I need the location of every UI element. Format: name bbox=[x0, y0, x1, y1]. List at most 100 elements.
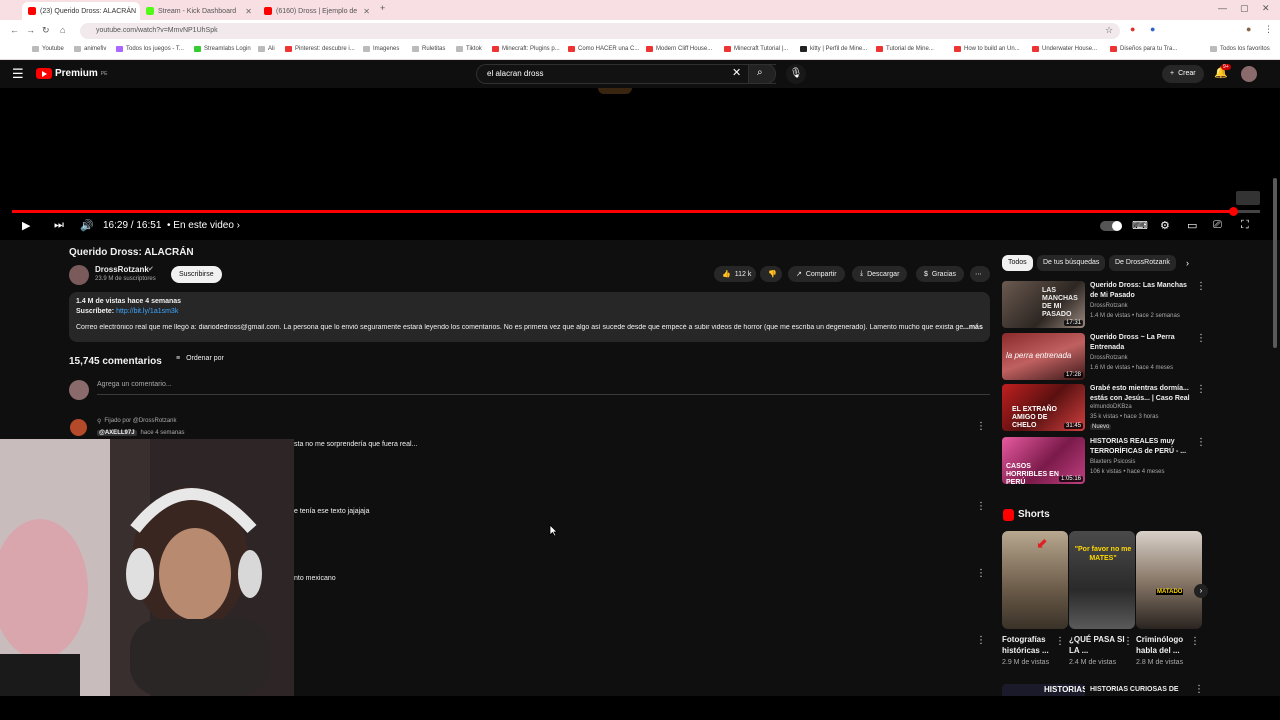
chevron-right-icon[interactable]: › bbox=[1186, 258, 1189, 268]
short-thumbnail[interactable]: MATADO bbox=[1136, 531, 1202, 629]
next-icon[interactable]: ⏭ bbox=[54, 219, 64, 232]
minimize-icon[interactable]: — bbox=[1218, 3, 1227, 13]
cast-icon[interactable]: ⎚ bbox=[1213, 219, 1222, 232]
maximize-icon[interactable]: ▢ bbox=[1240, 3, 1249, 14]
chip-all[interactable]: Todos bbox=[1002, 255, 1033, 271]
description-box[interactable]: 1.4 M de vistas hace 4 semanas Suscríbet… bbox=[69, 292, 990, 342]
comment-author[interactable]: @AXELL97J bbox=[97, 430, 137, 436]
bookmark-item[interactable]: Tutorial de Mine... bbox=[876, 46, 934, 52]
comment-menu-icon[interactable]: ⋮ bbox=[976, 568, 986, 579]
extension-icon[interactable]: ● bbox=[1130, 24, 1135, 34]
more-actions-button[interactable]: ⋯ bbox=[970, 266, 990, 282]
short-title[interactable]: Criminólogo habla del ... bbox=[1136, 634, 1196, 656]
tab-youtube[interactable]: (23) Querido Dross: ALACRÁN ✕ bbox=[22, 2, 140, 20]
like-button[interactable]: 👍 112 k bbox=[714, 266, 756, 282]
recommendation-item[interactable]: LAS MANCHAS DE MI PASADO 17:31 Querido D… bbox=[1002, 281, 1206, 329]
clear-search-icon[interactable]: ✕ bbox=[732, 66, 741, 79]
forward-icon[interactable]: → bbox=[26, 25, 35, 35]
more-vertical-icon[interactable]: ⋮ bbox=[1196, 437, 1206, 448]
extension-icon[interactable]: ● bbox=[1150, 24, 1155, 34]
commenter-avatar[interactable] bbox=[70, 419, 87, 436]
chapter-label[interactable]: • En este video › bbox=[167, 220, 240, 231]
chip-from-searches[interactable]: De tus búsquedas bbox=[1037, 255, 1106, 271]
short-title[interactable]: Fotografías históricas ... bbox=[1002, 634, 1062, 656]
bookmark-item[interactable]: Todos los juegos - T... bbox=[116, 46, 184, 52]
more-vertical-icon[interactable]: ⋮ bbox=[1196, 333, 1206, 344]
bookmark-item[interactable]: Ali bbox=[258, 46, 275, 52]
video-thumbnail[interactable]: HISTORIAS bbox=[1002, 684, 1085, 696]
dislike-button[interactable]: 👎 bbox=[760, 266, 782, 282]
close-icon[interactable]: ✕ bbox=[363, 7, 370, 16]
play-icon[interactable]: ▶ bbox=[22, 219, 30, 232]
tab-dross[interactable]: (6160) Dross | Ejemplo de ✕ bbox=[258, 2, 376, 20]
page-scrollbar[interactable] bbox=[1273, 178, 1277, 348]
bookmark-item[interactable]: Imagenes bbox=[363, 46, 399, 52]
autoplay-toggle[interactable] bbox=[1100, 221, 1122, 231]
tab-kick[interactable]: Stream - Kick Dashboard ✕ bbox=[140, 2, 258, 20]
search-button[interactable]: ⌕ bbox=[748, 64, 776, 84]
bookmark-item[interactable]: Underwater House... bbox=[1032, 46, 1097, 52]
add-comment-input[interactable]: Agrega un comentario... bbox=[97, 381, 990, 395]
short-thumbnail[interactable]: "Por favor no me MATES" bbox=[1069, 531, 1135, 629]
more-vertical-icon[interactable]: ⋮ bbox=[1196, 281, 1206, 292]
sort-button[interactable]: ≡ Ordenar por bbox=[176, 355, 224, 362]
video-player[interactable] bbox=[0, 88, 1280, 240]
chevron-right-icon[interactable]: › bbox=[1194, 584, 1208, 598]
show-more-link[interactable]: ...más bbox=[963, 324, 983, 331]
youtube-logo[interactable]: Premium PE bbox=[36, 68, 107, 79]
volume-icon[interactable]: 🔊 bbox=[80, 219, 94, 232]
create-button[interactable]: + Crear bbox=[1162, 65, 1204, 83]
bookmark-item[interactable]: How to build an Un... bbox=[954, 46, 1020, 52]
url-field[interactable]: youtube.com/watch?v=MmvNP1UhSpk bbox=[80, 23, 1120, 39]
new-tab-icon[interactable]: + bbox=[380, 3, 385, 13]
more-vertical-icon[interactable]: ⋮ bbox=[1123, 636, 1133, 647]
download-button[interactable]: ⤓ Descargar bbox=[852, 266, 908, 282]
recommendation-item[interactable]: EL EXTRAÑO AMIGO DE CHELO 31:45 Grabé es… bbox=[1002, 384, 1206, 432]
home-icon[interactable]: ⌂ bbox=[60, 25, 65, 35]
more-vertical-icon[interactable]: ⋮ bbox=[1190, 636, 1200, 647]
bookmark-item[interactable]: Modern Cliff House... bbox=[646, 46, 712, 52]
thanks-button[interactable]: $ Gracias bbox=[916, 266, 965, 282]
description-link[interactable]: http://bit.ly/1a1sm3k bbox=[116, 308, 178, 315]
settings-gear-icon[interactable]: ⚙ bbox=[1160, 219, 1170, 232]
short-title[interactable]: ¿QUÉ PASA SI LA ... bbox=[1069, 634, 1129, 656]
fullscreen-icon[interactable]: ⛶ bbox=[1241, 219, 1249, 232]
bookmark-item[interactable]: Diseños para tu Tra... bbox=[1110, 46, 1177, 52]
reload-icon[interactable]: ↻ bbox=[42, 25, 50, 36]
comment-menu-icon[interactable]: ⋮ bbox=[976, 421, 986, 432]
avatar[interactable] bbox=[1241, 66, 1257, 82]
profile-icon[interactable]: ● bbox=[1246, 24, 1251, 34]
back-icon[interactable]: ← bbox=[10, 25, 19, 35]
bookmark-item[interactable]: Minecraft Tutorial |... bbox=[724, 46, 788, 52]
bookmark-star-icon[interactable]: ☆ bbox=[1105, 25, 1113, 36]
bookmark-item[interactable]: Como HACER una C... bbox=[568, 46, 639, 52]
bookmark-item[interactable]: Streamlabs Login bbox=[194, 46, 251, 52]
bookmark-item[interactable]: Tiktok bbox=[456, 46, 482, 52]
progress-bar-fill[interactable] bbox=[12, 210, 1233, 213]
bookmark-item[interactable]: Youtube bbox=[32, 46, 64, 52]
bookmark-item[interactable]: Pinterest: descubre i... bbox=[285, 46, 355, 52]
hamburger-menu-icon[interactable]: ☰ bbox=[12, 66, 24, 82]
menu-dots-icon[interactable]: ⋮ bbox=[1264, 24, 1273, 35]
more-vertical-icon[interactable]: ⋮ bbox=[1196, 384, 1206, 395]
subtitles-icon[interactable]: ⌨ bbox=[1132, 219, 1148, 232]
comment-menu-icon[interactable]: ⋮ bbox=[976, 501, 986, 512]
search-input[interactable]: el alacran dross bbox=[476, 64, 776, 84]
chip-from-channel[interactable]: De DrossRotzank bbox=[1109, 255, 1176, 271]
microphone-icon[interactable]: 🎙 bbox=[786, 64, 806, 84]
recommendation-item[interactable]: CASOS HORRIBLES EN PERÚ 1:05:16 HISTORIA… bbox=[1002, 437, 1206, 485]
channel-avatar[interactable] bbox=[69, 265, 89, 285]
more-vertical-icon[interactable]: ⋮ bbox=[1194, 684, 1204, 695]
bookmark-item[interactable]: animefiv bbox=[74, 46, 106, 52]
scrubber-handle[interactable] bbox=[1228, 207, 1238, 216]
channel-name[interactable]: DrossRotzank bbox=[95, 265, 149, 274]
close-icon[interactable]: ✕ bbox=[245, 7, 252, 16]
subscribe-button[interactable]: Suscribirse bbox=[171, 266, 222, 283]
all-bookmarks[interactable]: Todos los favoritos bbox=[1210, 46, 1270, 52]
close-window-icon[interactable]: ✕ bbox=[1262, 3, 1270, 14]
comment-menu-icon[interactable]: ⋮ bbox=[976, 635, 986, 646]
share-button[interactable]: ↗ Compartir bbox=[788, 266, 845, 282]
short-thumbnail[interactable]: ⬋ bbox=[1002, 531, 1068, 629]
recommendation-item[interactable]: la perra entrenada 17:28 Querido Dross ~… bbox=[1002, 333, 1206, 381]
more-vertical-icon[interactable]: ⋮ bbox=[1055, 636, 1065, 647]
